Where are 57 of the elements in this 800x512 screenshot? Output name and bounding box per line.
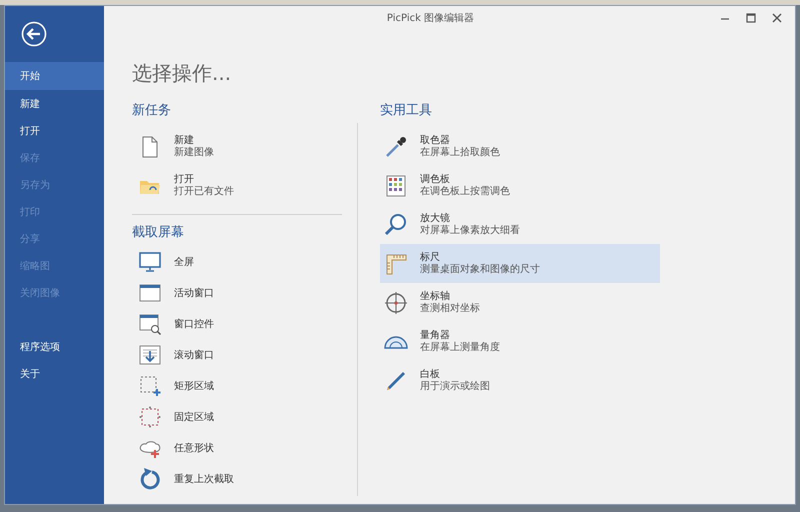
tool-title: 放大镜	[420, 212, 451, 224]
tool-description: 用于演示或绘图	[420, 380, 490, 392]
capture-item[interactable]: 窗口控件	[132, 308, 342, 339]
capture-item[interactable]: 全屏	[132, 246, 342, 277]
task-title: 打开	[174, 174, 195, 186]
tool-description: 对屏幕上像素放大细看	[420, 224, 520, 236]
task-item[interactable]: 新建 新建图像	[132, 127, 342, 166]
refresh-icon	[138, 466, 162, 490]
task-description: 打开已有文件	[174, 186, 234, 198]
window-magnifier-icon	[138, 312, 162, 336]
tool-title: 坐标轴	[420, 290, 451, 302]
sidebar-item[interactable]: 关于	[5, 360, 104, 387]
tool-item[interactable]: 标尺 测量桌面对象和图像的尺寸	[380, 244, 660, 283]
capture-item[interactable]: 任意形状	[132, 432, 342, 463]
sidebar-item[interactable]: 程序选项	[5, 333, 104, 360]
tool-description: 在屏幕上拾取颜色	[420, 146, 500, 158]
tool-title: 标尺	[420, 252, 441, 264]
tool-description: 测量桌面对象和图像的尺寸	[420, 264, 540, 276]
section-heading: 实用工具	[380, 102, 433, 120]
capture-item[interactable]: 滚动窗口	[132, 339, 342, 370]
section-heading: 新任务	[132, 102, 172, 120]
tool-item[interactable]: 放大镜 对屏幕上像素放大细看	[380, 205, 660, 244]
page-heading: 选择操作...	[132, 60, 232, 87]
eyedropper-icon	[384, 134, 408, 158]
sidebar-item[interactable]: 开始	[5, 62, 104, 90]
tool-description: 在调色板上按需调色	[420, 186, 510, 198]
color-grid-icon	[384, 174, 408, 198]
tool-title: 取色器	[420, 134, 451, 146]
capture-item[interactable]: 矩形区域	[132, 370, 342, 401]
tool-title: 白板	[420, 368, 440, 380]
fixed-region-icon	[138, 404, 162, 428]
sidebar-item[interactable]: 新建	[5, 90, 104, 117]
dashed-rectangle-icon	[138, 374, 162, 398]
tool-item[interactable]: 调色板 在调色板上按需调色	[380, 166, 660, 205]
back-icon[interactable]	[21, 21, 47, 47]
tool-item[interactable]: 坐标轴 查测相对坐标	[380, 283, 660, 322]
task-item[interactable]: 打开 打开已有文件	[132, 166, 342, 205]
task-description: 新建图像	[174, 146, 214, 158]
tool-title: 量角器	[420, 330, 451, 342]
tool-description: 查测相对坐标	[420, 302, 480, 314]
section-heading: 截取屏幕	[132, 224, 185, 242]
window-title: PicPick 图像编辑器	[386, 12, 476, 25]
task-title: 新建	[174, 134, 195, 146]
tool-item[interactable]: 取色器 在屏幕上拾取颜色	[380, 127, 660, 166]
tool-description: 在屏幕上测量角度	[420, 342, 500, 354]
tool-item[interactable]: 量角器 在屏幕上测量角度	[380, 322, 660, 361]
capture-item[interactable]: 固定区域	[132, 401, 342, 432]
tool-item[interactable]: 白板 用于演示或绘图	[380, 361, 660, 400]
monitor-icon	[138, 250, 162, 274]
tool-title: 调色板	[420, 174, 451, 186]
capture-item[interactable]: 活动窗口	[132, 277, 342, 308]
magnifier-icon	[384, 212, 408, 236]
crosshair-icon	[384, 290, 408, 314]
sidebar-item[interactable]: 打开	[5, 117, 104, 144]
ruler-icon	[384, 252, 408, 276]
scroll-window-icon	[138, 342, 162, 366]
capture-item[interactable]: 重复上次截取	[132, 463, 342, 494]
